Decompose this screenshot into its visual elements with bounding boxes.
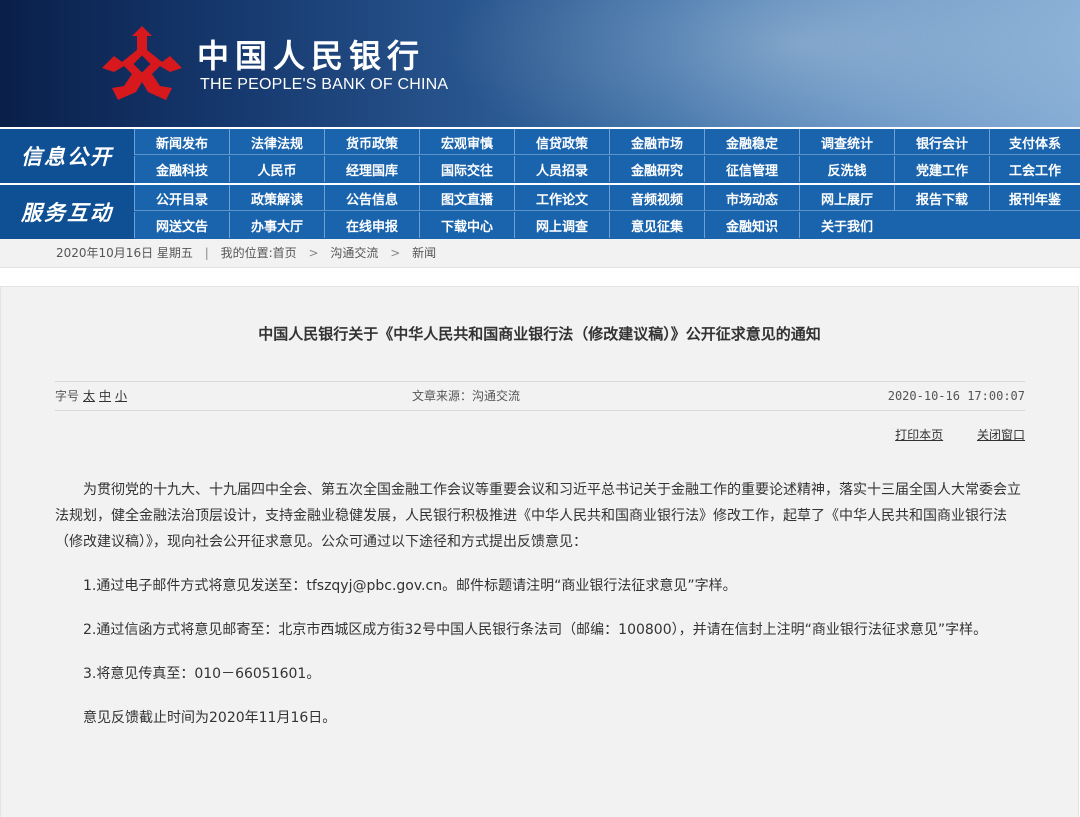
nav-item-opinion-collection[interactable]: 意见征集 (609, 212, 704, 238)
nav-item-service-hall[interactable]: 办事大厅 (229, 212, 324, 238)
close-window-link[interactable]: 关闭窗口 (977, 428, 1025, 442)
nav-item-news[interactable]: 新闻发布 (134, 129, 229, 155)
article-paragraph: 2.通过信函方式将意见邮寄至：北京市西城区成方街32号中国人民银行条法司（邮编：… (83, 622, 988, 638)
breadcrumb-inner: 2020年10月16日 星期五 | 我的位置:首页 > 沟通交流 > 新闻 (56, 239, 436, 267)
nav-item-monetary-policy[interactable]: 货币政策 (324, 129, 419, 155)
nav-item-announcements[interactable]: 公告信息 (324, 185, 419, 211)
nav-item-documents[interactable]: 网送文告 (134, 212, 229, 238)
article-panel: 中国人民银行关于《中华人民共和国商业银行法（修改建议稿）》公开征求意见的通知 字… (0, 286, 1079, 817)
font-size-large-link[interactable]: 太 (83, 389, 95, 403)
article-body: 为贯彻党的十九大、十九届四中全会、第五次全国金融工作会议等重要会议和习近平总书记… (55, 477, 1030, 749)
nav-item-audio-video[interactable]: 音频视频 (609, 185, 704, 211)
pboc-emblem-icon[interactable] (100, 22, 184, 102)
chevron-right-icon: > (390, 246, 401, 260)
article-actions: 打印本页 关闭窗口 (865, 426, 1025, 443)
nav-item-about-us[interactable]: 关于我们 (799, 212, 894, 238)
print-page-link[interactable]: 打印本页 (895, 428, 943, 442)
nav-item-research[interactable]: 金融研究 (609, 156, 704, 182)
nav-item-party-building[interactable]: 党建工作 (894, 156, 989, 182)
font-size-label: 字号 (55, 389, 80, 403)
nav-item-report-download[interactable]: 报告下载 (894, 185, 989, 211)
location-label: 我的位置: (220, 246, 273, 260)
nav-item-payment-system[interactable]: 支付体系 (989, 129, 1080, 155)
nav-item-anti-money-laundering[interactable]: 反洗钱 (799, 156, 894, 182)
nav-item-union[interactable]: 工会工作 (989, 156, 1080, 182)
article-timestamp: 2020-10-16 17:00:07 (887, 389, 1025, 403)
nav-item-fintech[interactable]: 金融科技 (134, 156, 229, 182)
nav-item-treasury[interactable]: 经理国库 (324, 156, 419, 182)
article-source: 文章来源：沟通交流 (412, 389, 521, 403)
nav-item-rmb[interactable]: 人民币 (229, 156, 324, 182)
logo-chinese-text[interactable]: 中国人民银行 (197, 36, 425, 76)
nav-item-financial-stability[interactable]: 金融稳定 (704, 129, 799, 155)
nav-section-label[interactable]: 服务互动 (0, 185, 134, 239)
breadcrumb-news-link[interactable]: 新闻 (412, 246, 436, 260)
nav-item-policy-interpretation[interactable]: 政策解读 (229, 185, 324, 211)
nav-item-credit-policy[interactable]: 信贷政策 (514, 129, 609, 155)
nav-item-online-filing[interactable]: 在线申报 (324, 212, 419, 238)
font-size-small-link[interactable]: 小 (115, 389, 127, 403)
breadcrumb-home-link[interactable]: 首页 (273, 246, 297, 260)
chevron-right-icon: > (308, 246, 319, 260)
nav-item-financial-market[interactable]: 金融市场 (609, 129, 704, 155)
nav-item-online-survey[interactable]: 网上调查 (514, 212, 609, 238)
breadcrumb-separator: | (204, 246, 209, 260)
breadcrumb-communication-link[interactable]: 沟通交流 (330, 246, 378, 260)
nav-item-disclosure-catalog[interactable]: 公开目录 (134, 185, 229, 211)
nav-section-label[interactable]: 信息公开 (0, 129, 134, 183)
nav-item-working-papers[interactable]: 工作论文 (514, 185, 609, 211)
article-paragraph: 意见反馈截止时间为2020年11月16日。 (83, 710, 337, 726)
nav-item-bank-accounting[interactable]: 银行会计 (894, 129, 989, 155)
nav-item-download-center[interactable]: 下载中心 (419, 212, 514, 238)
nav-item-online-exhibition[interactable]: 网上展厅 (799, 185, 894, 211)
site-header: 中国人民银行 THE PEOPLE'S BANK OF CHINA (0, 0, 1080, 127)
header-glow (380, 0, 1080, 127)
nav-info-disclosure: 信息公开 新闻发布 法律法规 货币政策 宏观审慎 信贷政策 金融市场 金融稳定 … (0, 127, 1080, 183)
logo-english-text[interactable]: THE PEOPLE'S BANK OF CHINA (200, 76, 448, 94)
article-paragraph: 3.将意见传真至：010－66051601。 (83, 666, 321, 682)
article-meta-bar: 字号太中小 文章来源：沟通交流 2020-10-16 17:00:07 (55, 381, 1025, 411)
font-size-medium-link[interactable]: 中 (99, 389, 111, 403)
nav-item-laws[interactable]: 法律法规 (229, 129, 324, 155)
font-size-switcher: 字号太中小 (55, 382, 127, 410)
nav-item-live-broadcast[interactable]: 图文直播 (419, 185, 514, 211)
nav-item-international[interactable]: 国际交往 (419, 156, 514, 182)
nav-item-financial-knowledge[interactable]: 金融知识 (704, 212, 799, 238)
current-date: 2020年10月16日 星期五 (56, 246, 193, 260)
nav-service-interaction: 服务互动 公开目录 政策解读 公告信息 图文直播 工作论文 音频视频 市场动态 … (0, 183, 1080, 239)
nav-item-recruitment[interactable]: 人员招录 (514, 156, 609, 182)
article-title: 中国人民银行关于《中华人民共和国商业银行法（修改建议稿）》公开征求意见的通知 (258, 325, 821, 343)
nav-item-market-updates[interactable]: 市场动态 (704, 185, 799, 211)
article-paragraph: 1.通过电子邮件方式将意见发送至：tfszqyj@pbc.gov.cn。邮件标题… (83, 578, 737, 594)
breadcrumb: 2020年10月16日 星期五 | 我的位置:首页 > 沟通交流 > 新闻 (0, 239, 1080, 268)
nav-item-macroprudential[interactable]: 宏观审慎 (419, 129, 514, 155)
nav-item-yearbooks[interactable]: 报刊年鉴 (989, 185, 1080, 211)
nav-item-statistics[interactable]: 调查统计 (799, 129, 894, 155)
article-paragraph: 为贯彻党的十九大、十九届四中全会、第五次全国金融工作会议等重要会议和习近平总书记… (55, 482, 1021, 550)
nav-item-credit-reference[interactable]: 征信管理 (704, 156, 799, 182)
